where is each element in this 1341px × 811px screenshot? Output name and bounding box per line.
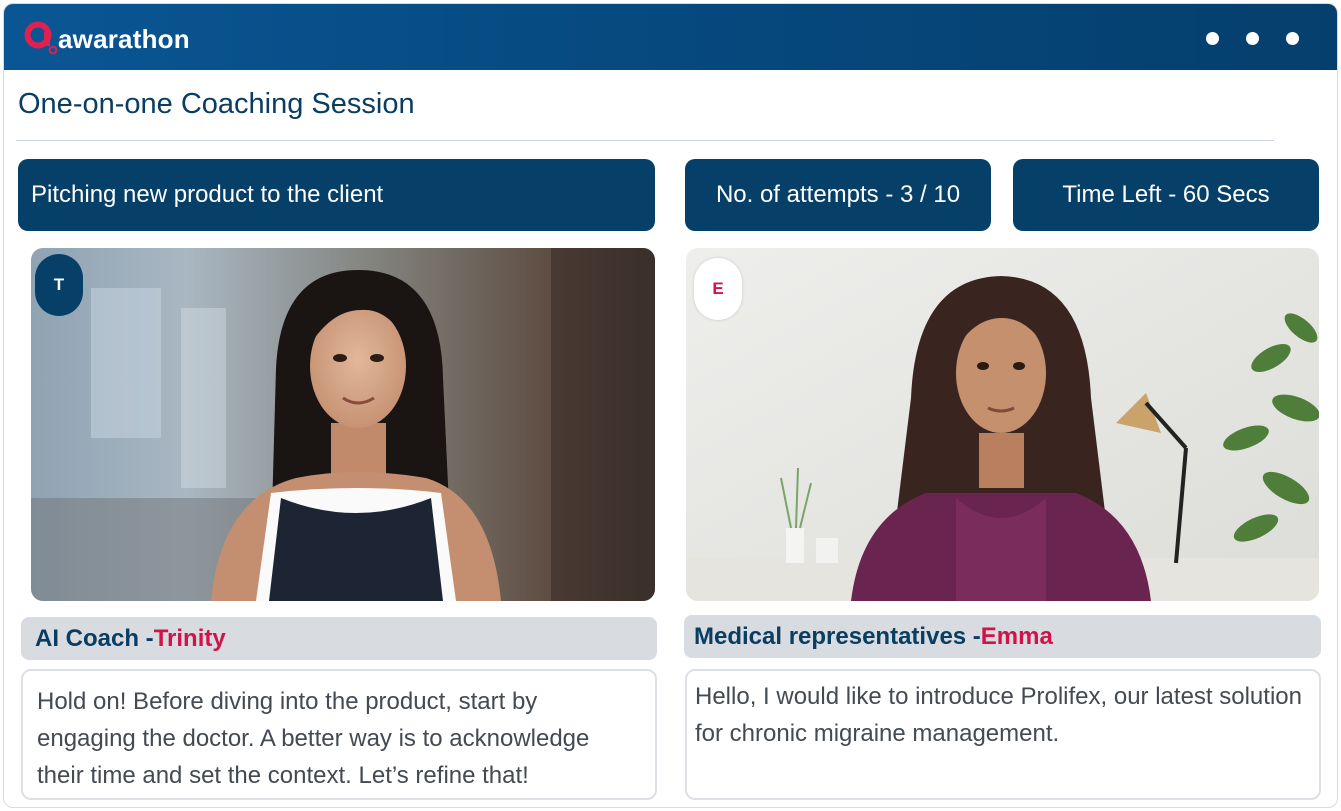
brand-name: awarathon: [58, 23, 190, 54]
user-message-text: Hello, I would like to introduce Prolife…: [695, 683, 1302, 747]
coach-video-image: [31, 248, 655, 601]
coach-initial: T: [53, 275, 65, 294]
coach-feedback-message: Hold on! Before diving into the product,…: [21, 669, 657, 800]
attempts-counter: No. of attempts - 3 / 10: [685, 159, 991, 231]
user-transcript-message: Hello, I would like to introduce Prolife…: [685, 669, 1321, 800]
user-name-bar: Medical representatives - Emma: [684, 615, 1321, 658]
coach-name: Trinity: [153, 624, 226, 652]
title-divider: [16, 140, 1274, 141]
user-name: Emma: [980, 622, 1053, 650]
user-role: Medical representatives -: [694, 622, 981, 650]
awarathon-logo-icon: [24, 20, 58, 56]
top-bar: awarathon: [4, 4, 1337, 70]
brand-logo[interactable]: awarathon: [24, 20, 190, 56]
dot-icon[interactable]: [1246, 32, 1259, 45]
coach-video-feed: [31, 248, 655, 601]
coach-role: AI Coach -: [35, 624, 154, 652]
task-label: Pitching new product to the client: [31, 181, 384, 208]
attempts-label: No. of attempts - 3 / 10: [715, 181, 961, 208]
time-left-label: Time Left - 60 Secs: [1062, 181, 1270, 208]
user-video-image: [686, 248, 1319, 601]
window-controls: [1206, 32, 1299, 45]
coach-avatar: T: [35, 254, 83, 316]
coach-name-bar: AI Coach - Trinity: [21, 617, 657, 660]
coach-message-text: Hold on! Before diving into the product,…: [37, 688, 590, 789]
user-initial: E: [712, 279, 724, 298]
user-avatar: E: [694, 258, 742, 320]
page-title: One-on-one Coaching Session: [18, 88, 415, 120]
time-left-indicator: Time Left - 60 Secs: [1013, 159, 1319, 231]
task-banner: Pitching new product to the client: [18, 159, 655, 231]
dot-icon[interactable]: [1206, 32, 1219, 45]
app-window: awarathon One-on-one Coaching Session Pi…: [3, 3, 1338, 808]
user-video-feed: [686, 248, 1319, 601]
dot-icon[interactable]: [1286, 32, 1299, 45]
